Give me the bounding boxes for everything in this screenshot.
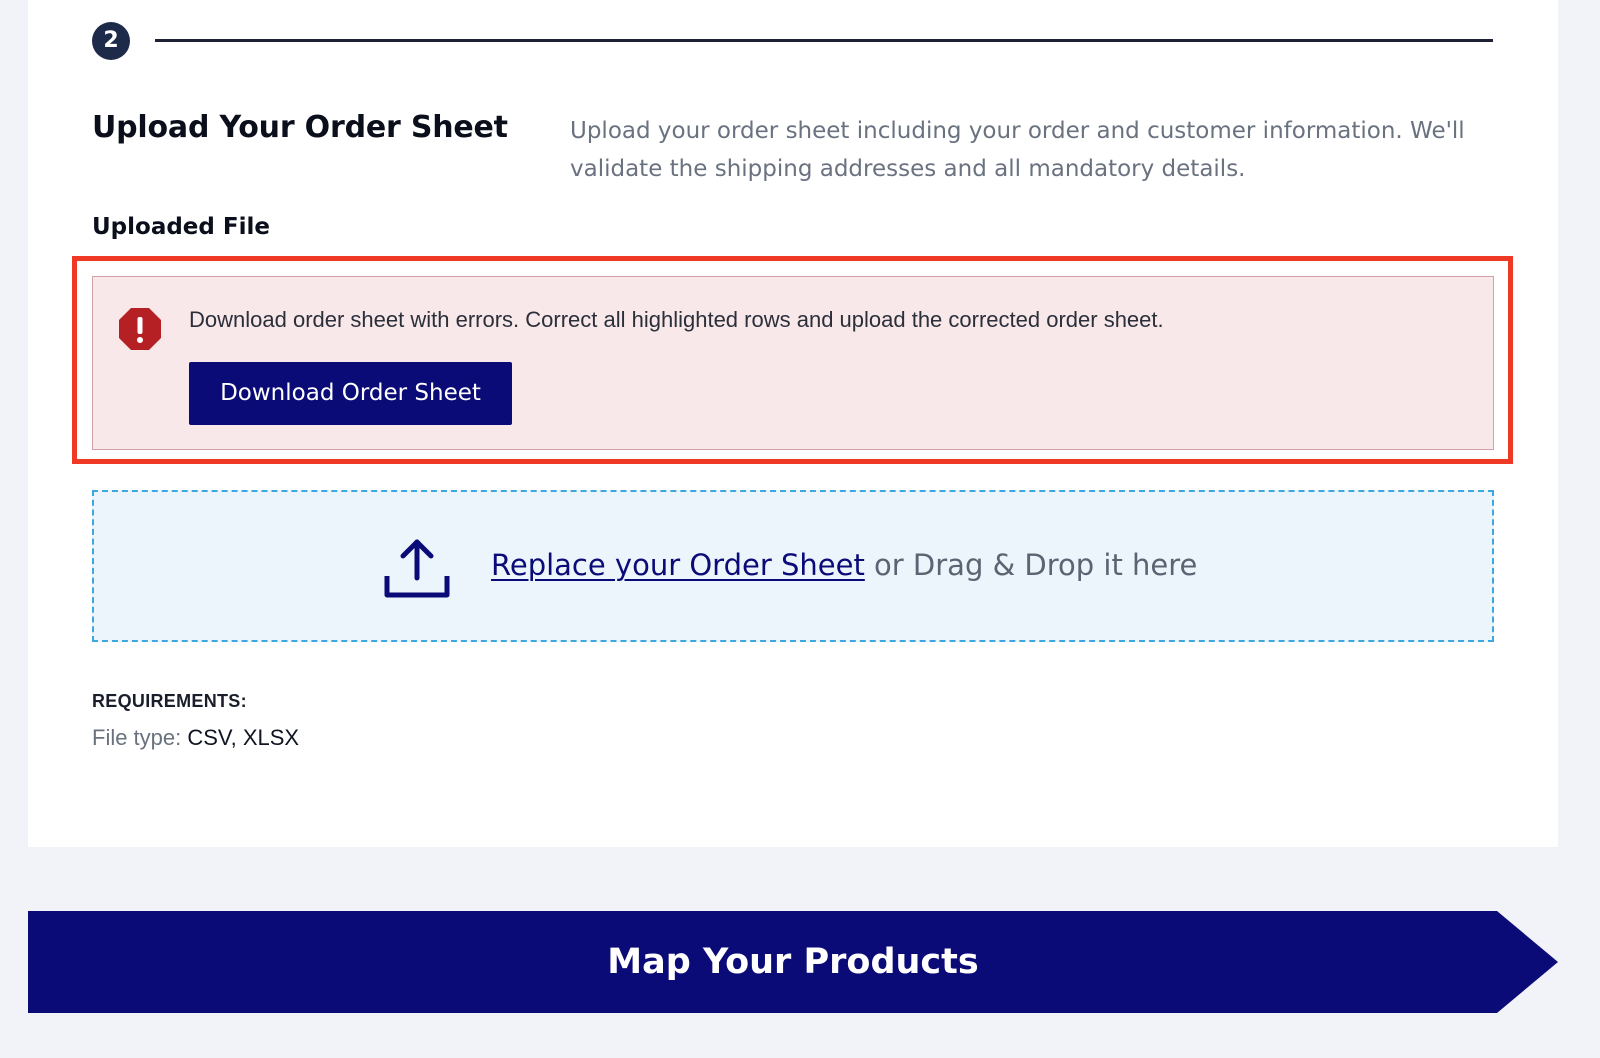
uploaded-file-label: Uploaded File <box>92 214 270 240</box>
upload-icon[interactable] <box>383 536 451 600</box>
error-message: Download order sheet with errors. Correc… <box>189 307 1164 332</box>
requirements-label: REQUIREMENTS: <box>92 691 247 711</box>
download-order-sheet-button[interactable]: Download Order Sheet <box>189 362 512 425</box>
section-description: Upload your order sheet including your o… <box>570 118 1465 182</box>
dropzone-text: Replace your Order Sheet or Drag & Drop … <box>491 543 1197 587</box>
file-type-requirement: File type: CSV, XLSX <box>92 722 299 754</box>
drag-drop-hint: or Drag & Drop it here <box>864 548 1198 582</box>
map-your-products-label: Map Your Products <box>607 942 979 982</box>
step-divider <box>155 39 1493 42</box>
alert-octagon-icon <box>119 308 161 350</box>
file-type-value: CSV, XLSX <box>187 725 300 750</box>
section-title: Upload Your Order Sheet <box>92 110 508 145</box>
step-number-badge: 2 <box>92 22 130 60</box>
file-type-label: File type: <box>92 725 188 750</box>
map-your-products-button[interactable]: Map Your Products <box>28 911 1558 1013</box>
replace-order-sheet-link[interactable]: Replace your Order Sheet <box>491 548 865 582</box>
